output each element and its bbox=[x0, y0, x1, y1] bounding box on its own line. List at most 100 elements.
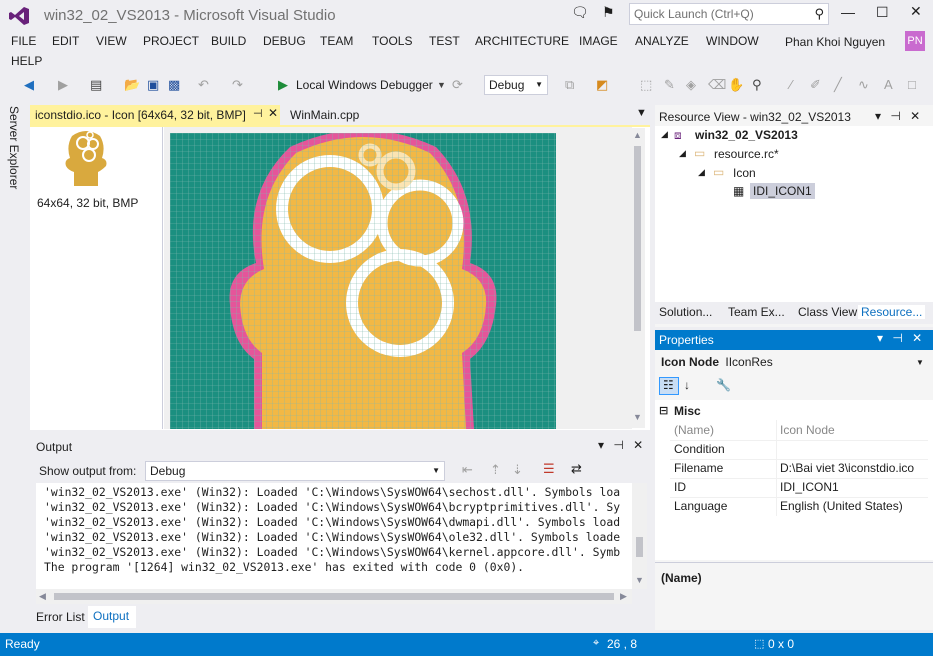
prop-filename-value[interactable]: D:\Bai viet 3\iconstdio.ico bbox=[780, 461, 914, 475]
redo-icon[interactable]: ↷ bbox=[232, 77, 243, 93]
scroll-left-icon[interactable]: ◀ bbox=[39, 591, 46, 602]
solution-configuration-select[interactable]: Debug ▼ bbox=[484, 75, 548, 95]
prop-name-value[interactable]: Icon Node bbox=[780, 423, 835, 437]
pin-icon[interactable]: ⊣ bbox=[890, 109, 900, 123]
new-project-icon[interactable]: ▤ bbox=[90, 77, 102, 93]
user-name[interactable]: Phan Khoi Nguyen bbox=[785, 35, 885, 49]
scroll-thumb[interactable] bbox=[54, 593, 614, 600]
properties-object-selector[interactable]: Icon Node IIconRes bbox=[661, 355, 773, 369]
expand-icon[interactable]: ◢ bbox=[698, 167, 705, 178]
select-rectangle-icon[interactable]: ⬚ bbox=[640, 77, 652, 93]
chevron-down-icon[interactable]: ▼ bbox=[437, 80, 446, 90]
menu-view[interactable]: VIEW bbox=[96, 34, 127, 48]
chevron-down-icon[interactable]: ▾ bbox=[877, 331, 883, 345]
tab-solution-explorer[interactable]: Solution... bbox=[659, 305, 712, 319]
tab-output[interactable]: Output bbox=[88, 606, 136, 628]
tab-class-view[interactable]: Class View bbox=[798, 305, 857, 319]
pin-icon[interactable]: ⊣ bbox=[613, 438, 623, 452]
output-horizontal-scrollbar[interactable]: ◀ ▶ bbox=[36, 589, 632, 604]
debugger-target[interactable]: Local Windows Debugger bbox=[296, 78, 433, 98]
chevron-down-icon[interactable]: ▼ bbox=[636, 107, 647, 119]
maximize-button[interactable]: ☐ bbox=[876, 4, 889, 21]
refresh-icon[interactable]: ⟳ bbox=[452, 77, 463, 93]
tab-winmain-cpp[interactable]: WinMain.cpp bbox=[290, 108, 359, 122]
pin-icon[interactable]: ⊣ bbox=[253, 107, 263, 120]
clear-all-icon[interactable]: ☰ bbox=[543, 461, 555, 477]
quick-launch-input[interactable]: Quick Launch (Ctrl+Q) ⚲ bbox=[629, 3, 829, 25]
tree-idi-icon1[interactable]: IDI_ICON1 bbox=[750, 183, 815, 199]
save-icon[interactable]: ▣ bbox=[147, 77, 159, 93]
expand-icon[interactable]: ◢ bbox=[661, 129, 668, 140]
close-button[interactable]: ✕ bbox=[910, 3, 922, 20]
menu-architecture[interactable]: ARCHITECTURE bbox=[475, 34, 569, 48]
scroll-up-icon[interactable]: ▲ bbox=[633, 130, 642, 140]
menu-build[interactable]: BUILD bbox=[211, 34, 246, 48]
next-message-icon[interactable]: ⇣ bbox=[512, 462, 523, 478]
menu-test[interactable]: TEST bbox=[429, 34, 460, 48]
alphabetical-icon[interactable]: ↓ bbox=[684, 378, 690, 392]
tree-project[interactable]: win32_02_VS2013 bbox=[695, 128, 798, 142]
prop-language-value[interactable]: English (United States) bbox=[780, 499, 903, 513]
scroll-thumb[interactable] bbox=[636, 537, 643, 557]
icon-thumbnail[interactable] bbox=[60, 128, 112, 186]
tree-resource-rc[interactable]: resource.rc* bbox=[714, 147, 779, 161]
tab-resource-view[interactable]: Resource... bbox=[858, 305, 926, 319]
chevron-down-icon[interactable]: ▼ bbox=[916, 358, 924, 367]
tab-team-explorer[interactable]: Team Ex... bbox=[728, 305, 785, 319]
zoom-icon[interactable]: ⚲ bbox=[752, 77, 762, 93]
close-icon[interactable]: ✕ bbox=[912, 331, 922, 345]
pencil-icon[interactable]: ✎ bbox=[664, 77, 675, 93]
start-debugging-icon[interactable]: ▶ bbox=[278, 77, 288, 93]
menu-analyze[interactable]: ANALYZE bbox=[635, 34, 689, 48]
canvas-vertical-scrollbar[interactable]: ▲ ▼ bbox=[630, 128, 645, 428]
forward-icon[interactable]: ▶ bbox=[58, 77, 68, 93]
line-icon[interactable]: ╱ bbox=[834, 77, 842, 93]
menu-edit[interactable]: EDIT bbox=[52, 34, 79, 48]
rectangle-tool-icon[interactable]: □ bbox=[908, 77, 916, 92]
menu-help[interactable]: HELP bbox=[11, 54, 42, 68]
categorized-button[interactable]: ☷ bbox=[659, 377, 679, 395]
collapse-icon[interactable]: ⊟ bbox=[659, 404, 668, 417]
eraser-icon[interactable]: ⌫ bbox=[708, 77, 726, 93]
eyedropper-icon[interactable]: ⁄ bbox=[790, 77, 792, 92]
curve-icon[interactable]: ∿ bbox=[858, 77, 869, 93]
open-file-icon[interactable]: 📂 bbox=[124, 77, 140, 93]
menu-window[interactable]: WINDOW bbox=[706, 34, 759, 48]
image-tools-icon[interactable]: ◩ bbox=[596, 77, 608, 93]
text-tool-icon[interactable]: A bbox=[884, 77, 893, 92]
menu-tools[interactable]: TOOLS bbox=[372, 34, 412, 48]
notification-flag-icon[interactable]: ⚑ bbox=[602, 4, 615, 21]
scroll-right-icon[interactable]: ▶ bbox=[620, 591, 627, 602]
close-icon[interactable]: ✕ bbox=[633, 438, 643, 452]
minimize-button[interactable]: — bbox=[841, 4, 855, 20]
menu-project[interactable]: PROJECT bbox=[143, 34, 199, 48]
previous-message-icon[interactable]: ⇡ bbox=[490, 462, 501, 478]
pin-icon[interactable]: ⊣ bbox=[892, 331, 902, 345]
output-source-select[interactable]: Debug ▼ bbox=[145, 461, 445, 481]
copy-icon[interactable]: ⧉ bbox=[565, 77, 574, 93]
menu-image[interactable]: IMAGE bbox=[579, 34, 618, 48]
undo-icon[interactable]: ↶ bbox=[198, 77, 209, 93]
tree-icon-folder[interactable]: Icon bbox=[733, 166, 756, 180]
menu-debug[interactable]: DEBUG bbox=[263, 34, 306, 48]
close-tab-icon[interactable]: ✕ bbox=[268, 106, 278, 120]
output-vertical-scrollbar[interactable]: ▼ bbox=[632, 483, 647, 589]
property-pages-icon[interactable]: 🔧 bbox=[716, 378, 731, 392]
server-explorer-tab[interactable]: Server Explorer bbox=[7, 106, 21, 189]
scroll-thumb[interactable] bbox=[634, 146, 641, 331]
fill-icon[interactable]: ◈ bbox=[686, 77, 696, 93]
output-text[interactable]: 'win32_02_VS2013.exe' (Win32): Loaded 'C… bbox=[36, 483, 632, 589]
feedback-icon[interactable]: 🗨 bbox=[571, 4, 589, 21]
tab-icon-editor[interactable]: iconstdio.ico - Icon [64x64, 32 bit, BMP… bbox=[30, 105, 280, 125]
word-wrap-icon[interactable]: ⇄ bbox=[571, 461, 582, 477]
chevron-down-icon[interactable]: ▾ bbox=[875, 109, 881, 123]
tab-error-list[interactable]: Error List bbox=[36, 610, 85, 624]
menu-file[interactable]: FILE bbox=[11, 34, 36, 48]
user-avatar[interactable]: PN bbox=[905, 31, 925, 51]
brush-icon[interactable]: ✐ bbox=[810, 77, 821, 93]
icon-pixel-canvas[interactable] bbox=[170, 133, 556, 429]
prop-id-value[interactable]: IDI_ICON1 bbox=[780, 480, 839, 494]
close-icon[interactable]: ✕ bbox=[910, 109, 920, 123]
scroll-down-icon[interactable]: ▼ bbox=[635, 575, 644, 585]
expand-icon[interactable]: ◢ bbox=[679, 148, 686, 159]
